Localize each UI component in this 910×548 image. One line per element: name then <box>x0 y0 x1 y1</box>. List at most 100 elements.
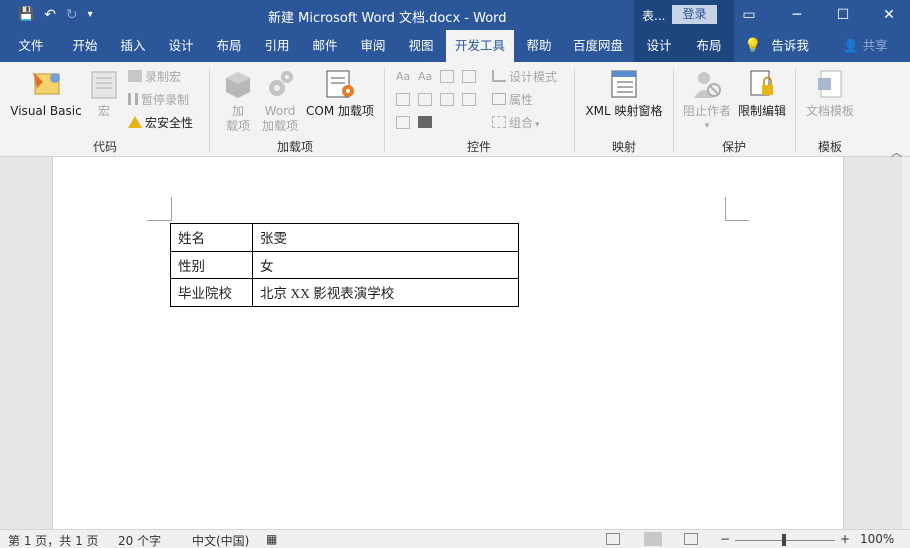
read-mode-icon[interactable] <box>606 533 620 545</box>
ribbon-developer: Visual Basic 宏 录制宏 暂停录制 宏安全性 代码 加载项 Word… <box>0 62 910 159</box>
group-separator <box>673 68 674 152</box>
tab-table-design[interactable]: 设计 <box>634 30 684 62</box>
restrict-editing-button[interactable]: 限制编辑 <box>735 68 789 119</box>
xml-mapping-pane-button[interactable]: XML 映射窗格 <box>582 68 666 119</box>
macro-security-button[interactable]: 宏安全性 <box>128 114 193 132</box>
macro-security-label: 宏安全性 <box>145 116 194 130</box>
zoom-out-button[interactable]: − <box>720 532 730 546</box>
com-addins-icon <box>326 70 354 98</box>
language-indicator[interactable]: 中文(中国) <box>192 532 249 548</box>
com-addins-label: COM 加载项 <box>306 104 374 118</box>
tab-baidu-netdisk[interactable]: 百度网盘 <box>566 30 630 62</box>
document-title: 新建 Microsoft Word 文档.docx - Word <box>268 11 507 26</box>
share-button[interactable]: 👤 共享 <box>843 30 888 62</box>
tab-references[interactable]: 引用 <box>254 30 300 62</box>
xml-mapping-label: XML 映射窗格 <box>585 104 663 118</box>
tab-view[interactable]: 视图 <box>398 30 444 62</box>
status-bar: 第 1 页，共 1 页 20 个字 中文(中国) ▦ − + 100% <box>0 529 910 548</box>
combobox-control-icon <box>418 93 432 106</box>
zoom-level[interactable]: 100% <box>860 532 894 546</box>
macros-icon <box>91 71 117 99</box>
table-cell-value[interactable]: 北京 XX 影视表演学校 <box>252 278 519 307</box>
table-cell-value[interactable]: 女 <box>252 250 519 279</box>
lightbulb-icon: 💡 <box>744 38 762 54</box>
document-template-label: 文档模板 <box>805 104 854 118</box>
plain-text-control-icon: Aa <box>418 70 433 83</box>
addins-button: 加载项 <box>220 68 256 134</box>
chevron-down-icon: ▾ <box>535 120 540 130</box>
block-authors-label: 阻止作者 <box>682 104 731 118</box>
info-table[interactable]: 姓名 张雯 性别 女 毕业院校 北京 XX 影视表演学校 <box>170 223 519 307</box>
table-cell-key[interactable]: 性别 <box>170 250 253 279</box>
tab-table-layout[interactable]: 布局 <box>684 30 734 62</box>
group-icon <box>492 116 506 128</box>
document-area: 姓名 张雯 性别 女 毕业院校 北京 XX 影视表演学校 <box>0 157 910 529</box>
design-mode-button: 设计模式 <box>492 68 557 86</box>
date-picker-control-icon <box>462 93 476 106</box>
page-count[interactable]: 第 1 页，共 1 页 <box>8 532 99 548</box>
group-label-controls: 控件 <box>466 140 491 154</box>
table-cell-key[interactable]: 姓名 <box>170 223 253 252</box>
properties-icon <box>492 93 506 105</box>
tab-file[interactable]: 文件 <box>8 30 54 62</box>
pause-recording-button: 暂停录制 <box>128 91 189 109</box>
building-block-control-icon <box>462 70 476 83</box>
zoom-slider-thumb[interactable] <box>782 534 786 546</box>
minimize-button[interactable]: ─ <box>774 4 820 26</box>
word-addins-button: Word 加载项 <box>258 68 302 134</box>
vertical-scrollbar[interactable] <box>902 157 910 529</box>
addins-label: 加载项 <box>225 104 250 133</box>
tab-design[interactable]: 设计 <box>158 30 204 62</box>
group-label-protect: 保护 <box>721 140 746 154</box>
crop-mark-top-right-vertical <box>725 197 726 221</box>
legacy-tools-icon[interactable] <box>418 116 432 128</box>
context-label: 表... <box>642 9 666 23</box>
group-separator <box>795 68 796 152</box>
tab-home[interactable]: 开始 <box>62 30 108 62</box>
table-cell-value[interactable]: 张雯 <box>252 223 519 252</box>
rich-text-control-icon: Aa <box>396 70 411 83</box>
repeating-section-control-icon <box>396 116 410 129</box>
document-page[interactable] <box>52 157 844 529</box>
macros-label: 宏 <box>97 104 110 118</box>
print-layout-icon[interactable] <box>644 532 662 546</box>
pause-icon <box>128 93 138 105</box>
zoom-in-button[interactable]: + <box>840 532 850 546</box>
xml-mapping-icon <box>611 70 637 98</box>
maximize-button[interactable]: ☐ <box>820 4 866 26</box>
undo-icon[interactable]: ↶ <box>44 5 56 25</box>
ribbon-display-options-icon[interactable]: ▭ <box>726 4 772 26</box>
ribbon-tab-bar: 文件 开始 插入 设计 布局 引用 邮件 审阅 视图 开发工具 帮助 百度网盘 … <box>0 30 910 62</box>
checkbox-control-icon <box>396 93 410 106</box>
tab-mailings[interactable]: 邮件 <box>302 30 348 62</box>
web-layout-icon[interactable] <box>684 533 698 545</box>
tab-help[interactable]: 帮助 <box>516 30 562 62</box>
tab-insert[interactable]: 插入 <box>110 30 156 62</box>
share-label: 共享 <box>862 38 888 53</box>
save-icon[interactable]: 💾 <box>18 5 34 25</box>
close-button[interactable]: ✕ <box>866 4 910 26</box>
customize-qat-icon[interactable]: ▾ <box>88 5 93 25</box>
properties-button: 属性 <box>492 91 533 109</box>
visual-basic-icon <box>33 72 60 95</box>
block-authors-icon <box>694 72 721 98</box>
tab-layout[interactable]: 布局 <box>206 30 252 62</box>
picture-control-icon <box>440 70 454 83</box>
design-mode-label: 设计模式 <box>509 70 558 84</box>
login-button[interactable]: 登录 <box>672 5 717 24</box>
tab-review[interactable]: 审阅 <box>350 30 396 62</box>
table-row: 性别 女 <box>170 250 519 279</box>
group-label-code: 代码 <box>92 140 117 154</box>
macros-button: 宏 <box>86 68 122 119</box>
record-macro-icon <box>128 70 142 82</box>
table-cell-key[interactable]: 毕业院校 <box>170 278 253 307</box>
word-count[interactable]: 20 个字 <box>118 532 161 548</box>
warning-icon <box>128 116 142 128</box>
macro-recording-icon[interactable]: ▦ <box>266 532 277 546</box>
com-addins-button[interactable]: COM 加载项 <box>304 68 376 119</box>
tell-me-search[interactable]: 💡 告诉我 <box>744 30 809 62</box>
group-label-templates: 模板 <box>817 140 842 154</box>
document-template-icon <box>818 70 842 98</box>
tab-developer[interactable]: 开发工具 <box>446 30 514 62</box>
visual-basic-button[interactable]: Visual Basic <box>10 68 82 119</box>
